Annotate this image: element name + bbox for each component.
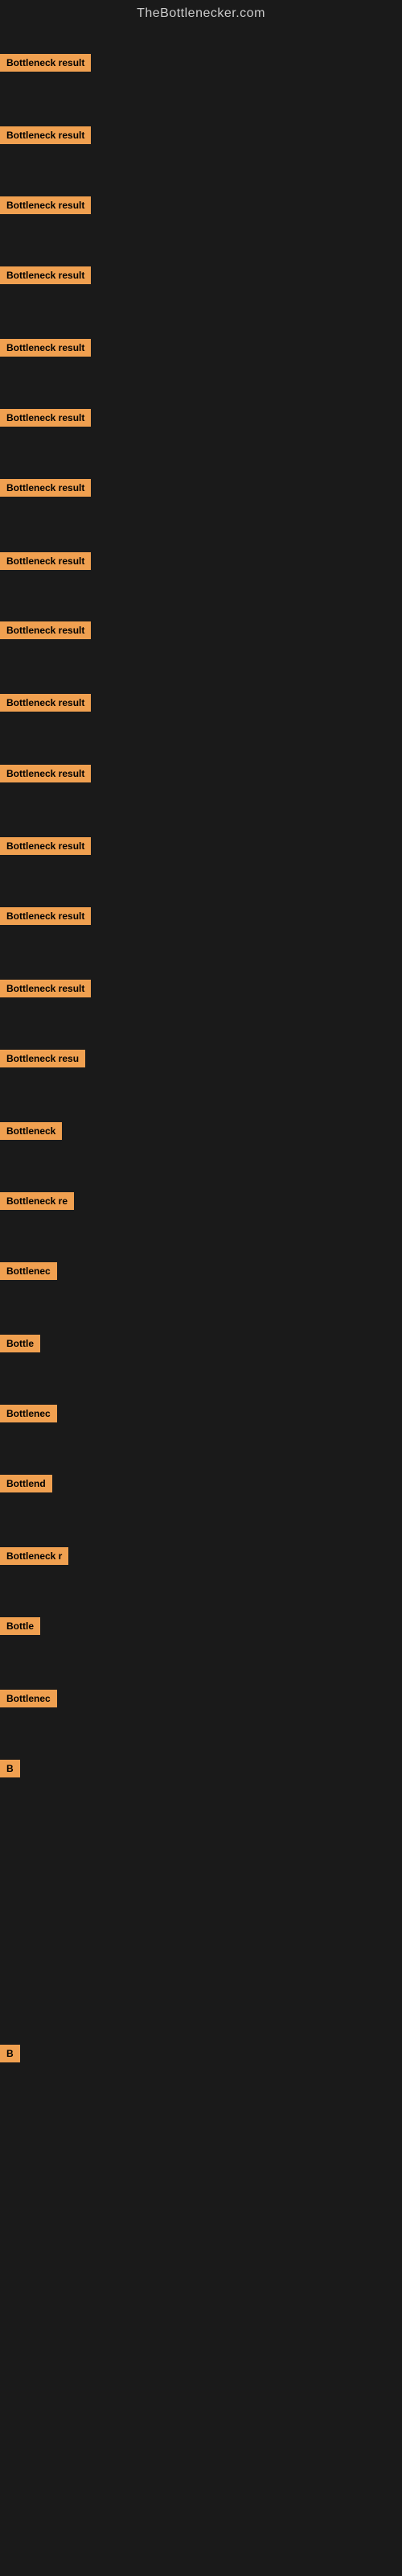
bottleneck-result-badge[interactable]: Bottleneck result bbox=[0, 196, 91, 214]
site-title-container: TheBottlenecker.com bbox=[0, 0, 402, 24]
bottleneck-result-badge[interactable]: Bottlenec bbox=[0, 1262, 57, 1280]
bottleneck-result-badge[interactable]: Bottlenec bbox=[0, 1690, 57, 1707]
bottleneck-result-badge[interactable]: Bottleneck result bbox=[0, 409, 91, 427]
bottleneck-result-badge[interactable]: Bottleneck result bbox=[0, 907, 91, 925]
bottleneck-result-badge[interactable]: Bottlenec bbox=[0, 1405, 57, 1422]
bottleneck-result-badge[interactable]: Bottleneck result bbox=[0, 339, 91, 357]
site-title: TheBottlenecker.com bbox=[0, 0, 402, 24]
bottleneck-result-badge[interactable]: Bottle bbox=[0, 1617, 40, 1635]
bottleneck-result-badge[interactable]: Bottleneck result bbox=[0, 765, 91, 782]
bottleneck-result-badge[interactable]: B bbox=[0, 1760, 20, 1777]
bottleneck-result-badge[interactable]: Bottleneck result bbox=[0, 552, 91, 570]
bottleneck-result-badge[interactable]: Bottleneck result bbox=[0, 266, 91, 284]
bottleneck-result-badge[interactable]: Bottleneck r bbox=[0, 1547, 68, 1565]
bottleneck-result-badge[interactable]: Bottle bbox=[0, 1335, 40, 1352]
bottleneck-result-badge[interactable]: B bbox=[0, 2045, 20, 2062]
bottleneck-result-badge[interactable]: Bottleneck re bbox=[0, 1192, 74, 1210]
bottleneck-result-badge[interactable]: Bottleneck result bbox=[0, 837, 91, 855]
bottleneck-result-badge[interactable]: Bottleneck result bbox=[0, 621, 91, 639]
bottleneck-result-badge[interactable]: Bottleneck resu bbox=[0, 1050, 85, 1067]
bottleneck-result-badge[interactable]: Bottleneck bbox=[0, 1122, 62, 1140]
bottleneck-result-badge[interactable]: Bottleneck result bbox=[0, 694, 91, 712]
bottleneck-result-badge[interactable]: Bottleneck result bbox=[0, 54, 91, 72]
bottleneck-result-badge[interactable]: Bottleneck result bbox=[0, 479, 91, 497]
bottleneck-result-badge[interactable]: Bottleneck result bbox=[0, 126, 91, 144]
bottleneck-result-badge[interactable]: Bottleneck result bbox=[0, 980, 91, 997]
bottleneck-result-badge[interactable]: Bottlend bbox=[0, 1475, 52, 1492]
